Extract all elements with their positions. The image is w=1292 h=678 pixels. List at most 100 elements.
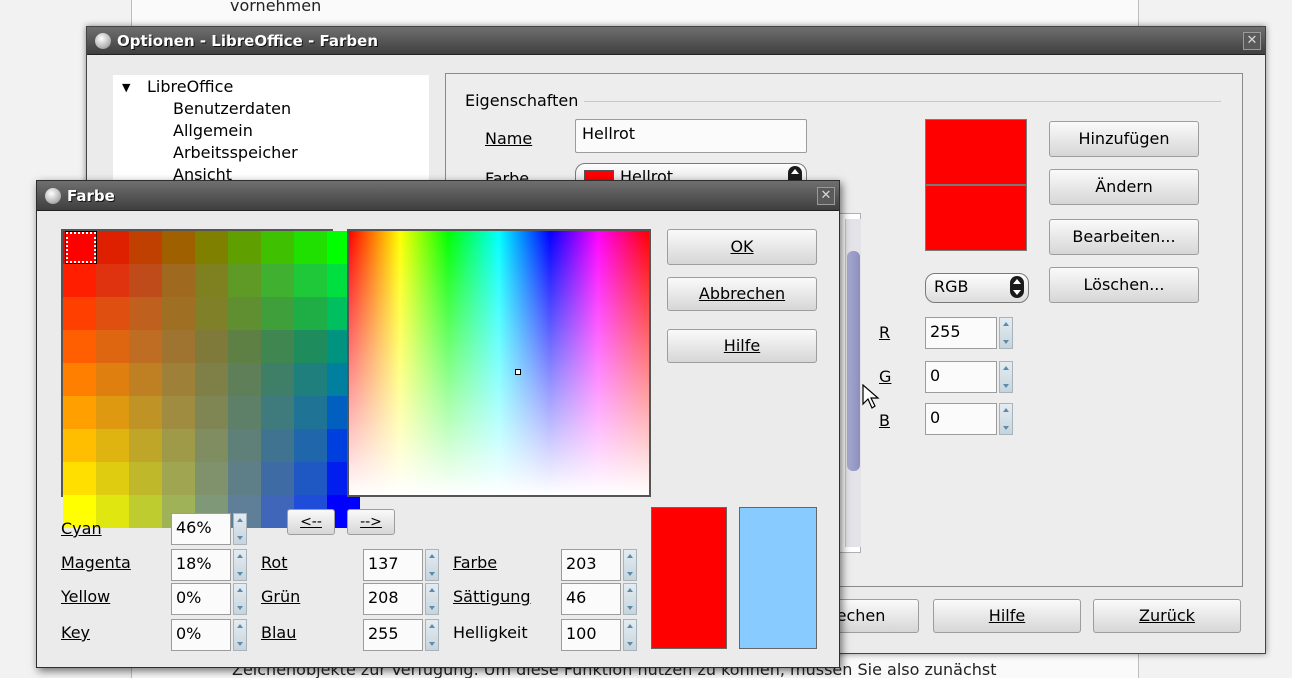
palette-swatch[interactable] [261, 231, 294, 264]
palette-swatch[interactable] [63, 429, 96, 462]
r-input[interactable]: 255 [925, 317, 997, 349]
ok-button[interactable]: OK [667, 229, 817, 265]
palette-swatch[interactable] [96, 231, 129, 264]
palette-swatch[interactable] [129, 495, 162, 528]
palette-swatch[interactable] [96, 429, 129, 462]
farbton-spin-button[interactable] [623, 549, 637, 581]
hilfe-button[interactable]: Hilfe [933, 599, 1081, 633]
copy-left-button[interactable]: <-- [287, 509, 335, 535]
loeschen-button[interactable]: Löschen... [1049, 267, 1199, 303]
palette-swatch[interactable] [195, 396, 228, 429]
hinzufuegen-button[interactable]: Hinzufügen [1049, 121, 1199, 157]
palette-swatch[interactable] [228, 264, 261, 297]
palette-swatch[interactable] [129, 462, 162, 495]
window-menu-icon[interactable] [95, 33, 111, 49]
palette-swatch[interactable] [261, 297, 294, 330]
color-palette[interactable] [61, 229, 360, 528]
palette-swatch[interactable] [195, 429, 228, 462]
palette-swatch[interactable] [228, 231, 261, 264]
palette-swatch[interactable] [261, 264, 294, 297]
palette-swatch[interactable] [162, 363, 195, 396]
palette-swatch[interactable] [294, 264, 327, 297]
palette-swatch[interactable] [294, 462, 327, 495]
palette-swatch[interactable] [162, 462, 195, 495]
palette-swatch[interactable] [228, 429, 261, 462]
palette-swatch[interactable] [228, 396, 261, 429]
palette-swatch[interactable] [63, 363, 96, 396]
palette-swatch[interactable] [228, 297, 261, 330]
palette-swatch[interactable] [294, 231, 327, 264]
hilfe-dialog-button[interactable]: Hilfe [667, 329, 817, 363]
palette-swatch[interactable] [228, 462, 261, 495]
close-icon[interactable]: ✕ [1243, 32, 1261, 50]
blau-input[interactable]: 255 [363, 619, 423, 651]
b-spin-button[interactable] [999, 403, 1013, 435]
palette-swatch[interactable] [96, 264, 129, 297]
yellow-input[interactable]: 0% [171, 583, 231, 615]
aendern-button[interactable]: Ändern [1049, 169, 1199, 205]
palette-swatch[interactable] [261, 363, 294, 396]
palette-swatch[interactable] [96, 396, 129, 429]
cyan-spin-button[interactable] [233, 513, 247, 545]
palette-swatch[interactable] [63, 264, 96, 297]
palette-swatch[interactable] [162, 396, 195, 429]
color-model-select[interactable]: RGB [925, 273, 1029, 303]
palette-swatch[interactable] [195, 231, 228, 264]
palette-swatch[interactable] [162, 231, 195, 264]
palette-swatch[interactable] [129, 429, 162, 462]
palette-swatch[interactable] [294, 363, 327, 396]
farbe-titlebar[interactable]: Farbe ✕ [37, 181, 839, 211]
key-spin-button[interactable] [233, 619, 247, 651]
palette-swatch[interactable] [129, 264, 162, 297]
bearbeiten-button[interactable]: Bearbeiten... [1049, 219, 1199, 255]
palette-swatch[interactable] [129, 330, 162, 363]
magenta-input[interactable]: 18% [171, 549, 231, 581]
palette-swatch[interactable] [63, 330, 96, 363]
palette-swatch[interactable] [261, 429, 294, 462]
palette-swatch[interactable] [294, 297, 327, 330]
palette-swatch[interactable] [129, 297, 162, 330]
rot-spin-button[interactable] [425, 549, 439, 581]
palette-swatch[interactable] [162, 297, 195, 330]
tree-item-libreoffice[interactable]: LibreOffice [147, 77, 233, 96]
gruen-spin-button[interactable] [425, 583, 439, 615]
collapse-arrow-icon[interactable]: ▼ [122, 81, 130, 94]
zurueck-button[interactable]: Zurück [1093, 599, 1241, 633]
key-input[interactable]: 0% [171, 619, 231, 651]
copy-right-button[interactable]: --> [347, 509, 395, 535]
palette-swatch[interactable] [261, 396, 294, 429]
tree-item-arbeitsspeicher[interactable]: Arbeitsspeicher [173, 143, 298, 162]
palette-swatch[interactable] [96, 330, 129, 363]
palette-swatch[interactable] [261, 330, 294, 363]
palette-swatch[interactable] [63, 396, 96, 429]
palette-swatch[interactable] [261, 462, 294, 495]
palette-swatch[interactable] [294, 396, 327, 429]
palette-swatch[interactable] [162, 330, 195, 363]
farbton-input[interactable]: 203 [561, 549, 621, 581]
palette-swatch[interactable] [195, 297, 228, 330]
palette-swatch[interactable] [96, 297, 129, 330]
abbrechen-dialog-button[interactable]: Abbrechen [667, 277, 817, 311]
palette-swatch[interactable] [195, 330, 228, 363]
palette-swatch[interactable] [195, 462, 228, 495]
color-list-scroll-thumb[interactable] [847, 251, 860, 471]
palette-swatch[interactable] [162, 429, 195, 462]
saettigung-input[interactable]: 46 [561, 583, 621, 615]
palette-swatch[interactable] [228, 330, 261, 363]
g-input[interactable]: 0 [925, 361, 997, 393]
palette-swatch[interactable] [162, 264, 195, 297]
palette-swatch[interactable] [294, 330, 327, 363]
palette-swatch[interactable] [63, 462, 96, 495]
yellow-spin-button[interactable] [233, 583, 247, 615]
rot-input[interactable]: 137 [363, 549, 423, 581]
magenta-spin-button[interactable] [233, 549, 247, 581]
palette-swatch[interactable] [129, 231, 162, 264]
saettigung-spin-button[interactable] [623, 583, 637, 615]
cyan-input[interactable]: 46% [171, 513, 231, 545]
gruen-input[interactable]: 208 [363, 583, 423, 615]
palette-swatch[interactable] [228, 363, 261, 396]
helligkeit-input[interactable]: 100 [561, 619, 621, 651]
palette-swatch[interactable] [63, 297, 96, 330]
name-input[interactable]: Hellrot [575, 119, 807, 153]
r-spin-button[interactable] [999, 317, 1013, 349]
